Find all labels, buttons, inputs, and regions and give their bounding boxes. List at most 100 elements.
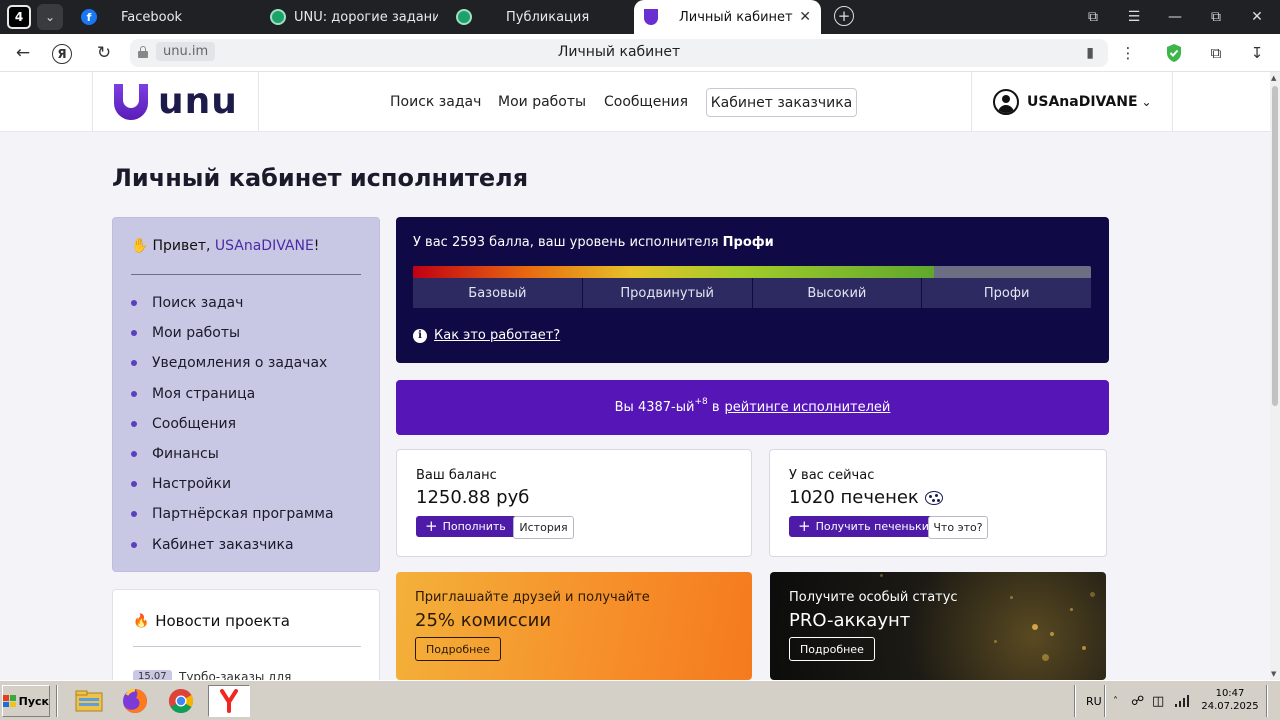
bullet-icon: [131, 511, 137, 517]
battery-icon[interactable]: ◫: [1152, 681, 1164, 720]
user-avatar-icon: [993, 89, 1019, 115]
waving-hand-icon: ✋: [131, 238, 149, 254]
unu-logo-icon: [644, 9, 658, 25]
how-it-works-link[interactable]: i Как это работает?: [413, 328, 560, 343]
bookmark-icon[interactable]: ▮: [1086, 45, 1094, 61]
news-box: 🔥 Новости проекта 15.07 Турбо-заказы для: [112, 589, 380, 689]
fire-icon: 🔥: [133, 613, 150, 629]
yandex-browser-icon[interactable]: [208, 685, 250, 717]
customer-cabinet-button[interactable]: Кабинет заказчика: [706, 88, 857, 117]
start-button[interactable]: Пуск: [2, 685, 50, 717]
unu-logo[interactable]: unu: [114, 84, 238, 120]
unu-green-icon: [270, 9, 286, 25]
level-panel: У вас 2593 балла, ваш уровень исполнител…: [396, 217, 1109, 363]
bullet-icon: [131, 481, 137, 487]
sidebar-item-customer-cabinet[interactable]: Кабинет заказчика: [131, 537, 294, 553]
chrome-icon[interactable]: [162, 685, 200, 717]
unu-logo-icon: [114, 84, 148, 120]
news-title: 🔥 Новости проекта: [133, 612, 290, 630]
tab-publication[interactable]: Публикация: [448, 0, 628, 34]
user-name: USAnaDIVANE: [1027, 94, 1138, 110]
site-header: unu Поиск задач Мои работы Сообщения Каб…: [0, 72, 1270, 132]
url-field[interactable]: unu.im Личный кабинет ▮: [130, 39, 1108, 67]
history-button[interactable]: История: [513, 516, 574, 539]
network-icon[interactable]: ☍: [1131, 681, 1144, 720]
scroll-up-arrow-icon[interactable]: ▲: [1271, 74, 1276, 82]
hamburger-menu-icon[interactable]: ☰: [1114, 0, 1154, 34]
restore-icon[interactable]: ⧉: [1196, 0, 1236, 34]
tab-unu-tasks[interactable]: UNU: дорогие задания дл: [262, 0, 442, 34]
shield-check-icon[interactable]: [1164, 43, 1184, 63]
cookies-value: 1020 печенек: [789, 487, 943, 508]
topup-button[interactable]: + Пополнить: [416, 516, 517, 537]
balance-value: 1250.88 руб: [416, 487, 530, 508]
close-icon[interactable]: ✕: [799, 9, 811, 25]
more-vertical-icon[interactable]: ⋮: [1118, 43, 1138, 63]
scroll-down-arrow-icon[interactable]: ▼: [1271, 670, 1276, 678]
signal-icon[interactable]: [1174, 681, 1190, 720]
bullet-icon: [131, 360, 137, 366]
pro-account-promo: Получите особый статус PRO-аккаунт Подро…: [770, 572, 1106, 680]
windows-flag-icon: [3, 695, 16, 707]
tab-facebook[interactable]: f Facebook: [72, 0, 252, 34]
bullet-icon: [131, 421, 137, 427]
nav-messages[interactable]: Сообщения: [604, 94, 688, 110]
sidebar-item-my-page[interactable]: Моя страница: [131, 386, 255, 402]
browser-address-bar: ← Я ↻ unu.im Личный кабинет ▮ ⋮ ⧉ ↧: [0, 34, 1280, 72]
level-progress-bar: [413, 266, 1091, 278]
cookies-card: У вас сейчас 1020 печенек + Получить печ…: [769, 449, 1107, 557]
sidebar-item-finances[interactable]: Финансы: [131, 446, 219, 462]
back-arrow-icon[interactable]: ←: [11, 42, 35, 64]
reload-icon[interactable]: ↻: [92, 42, 116, 64]
promo-invite-details-button[interactable]: Подробнее: [415, 637, 501, 661]
rating-link[interactable]: рейтинге исполнителей: [725, 400, 891, 415]
chevron-down-icon: ⌄: [1141, 95, 1152, 109]
extensions-icon[interactable]: ⧉: [1206, 43, 1226, 63]
language-indicator[interactable]: RU: [1086, 681, 1102, 720]
download-icon[interactable]: ↧: [1247, 43, 1267, 63]
minimize-icon[interactable]: —: [1155, 0, 1195, 34]
file-explorer-icon[interactable]: [70, 685, 108, 717]
nav-my-works[interactable]: Мои работы: [498, 94, 586, 110]
promo-pro-details-button[interactable]: Подробнее: [789, 637, 875, 661]
promo-pro-subtitle: Получите особый статус: [789, 590, 958, 605]
level-summary: У вас 2593 балла, ваш уровень исполнител…: [413, 235, 774, 250]
sidebar-item-my-works[interactable]: Мои работы: [131, 325, 240, 341]
level-progress-fill: [413, 266, 935, 278]
sidebar-item-search-tasks[interactable]: Поиск задач: [131, 295, 243, 311]
user-menu[interactable]: USAnaDIVANE ⌄: [993, 89, 1152, 115]
level-grades: Базовый Продвинутый Высокий Профи: [413, 278, 1091, 308]
grade-advanced: Продвинутый: [582, 278, 753, 308]
tab-collection-icon[interactable]: ⧉: [1073, 0, 1113, 34]
what-is-it-button[interactable]: Что это?: [928, 516, 988, 539]
tray-expand-icon[interactable]: ˄: [1113, 681, 1118, 720]
rank-banner: Вы 4387-ый +8 в рейтинге исполнителей: [396, 380, 1109, 435]
bullet-icon: [131, 451, 137, 457]
chevron-down-icon[interactable]: ⌄: [37, 4, 63, 30]
close-window-icon[interactable]: ✕: [1237, 0, 1277, 34]
promo-invite-subtitle: Приглашайте друзей и получайте: [415, 590, 650, 605]
divider: [133, 646, 361, 647]
divider: [131, 274, 361, 275]
bullet-icon: [131, 330, 137, 336]
sidebar-item-settings[interactable]: Настройки: [131, 476, 231, 492]
new-tab-plus-icon[interactable]: +: [834, 6, 854, 26]
bullet-icon: [131, 391, 137, 397]
system-clock[interactable]: 10:47 24.07.2025: [1200, 687, 1260, 713]
nav-search-tasks[interactable]: Поиск задач: [390, 94, 481, 110]
plus-icon: +: [425, 517, 438, 535]
yandex-icon[interactable]: Я: [52, 44, 72, 64]
invite-friends-promo: Приглашайте друзей и получайте 25% комис…: [396, 572, 752, 680]
firefox-icon[interactable]: [116, 685, 154, 717]
tab-personal-cabinet[interactable]: Личный кабинет ✕: [634, 0, 821, 34]
sidebar-item-partner-program[interactable]: Партнёрская программа: [131, 506, 334, 522]
scroll-thumb[interactable]: [1272, 86, 1278, 406]
sidebar-item-task-notifications[interactable]: Уведомления о задачах: [131, 355, 327, 371]
tab-counter[interactable]: 4: [7, 5, 31, 29]
get-cookies-button[interactable]: + Получить печеньки: [789, 516, 940, 537]
page-scrollbar[interactable]: ▲ ▼: [1270, 72, 1280, 680]
greeting-username-link[interactable]: USAnaDIVANE: [215, 238, 314, 254]
sidebar-item-messages[interactable]: Сообщения: [131, 416, 236, 432]
grade-basic: Базовый: [413, 278, 583, 308]
bullet-icon: [131, 542, 137, 548]
